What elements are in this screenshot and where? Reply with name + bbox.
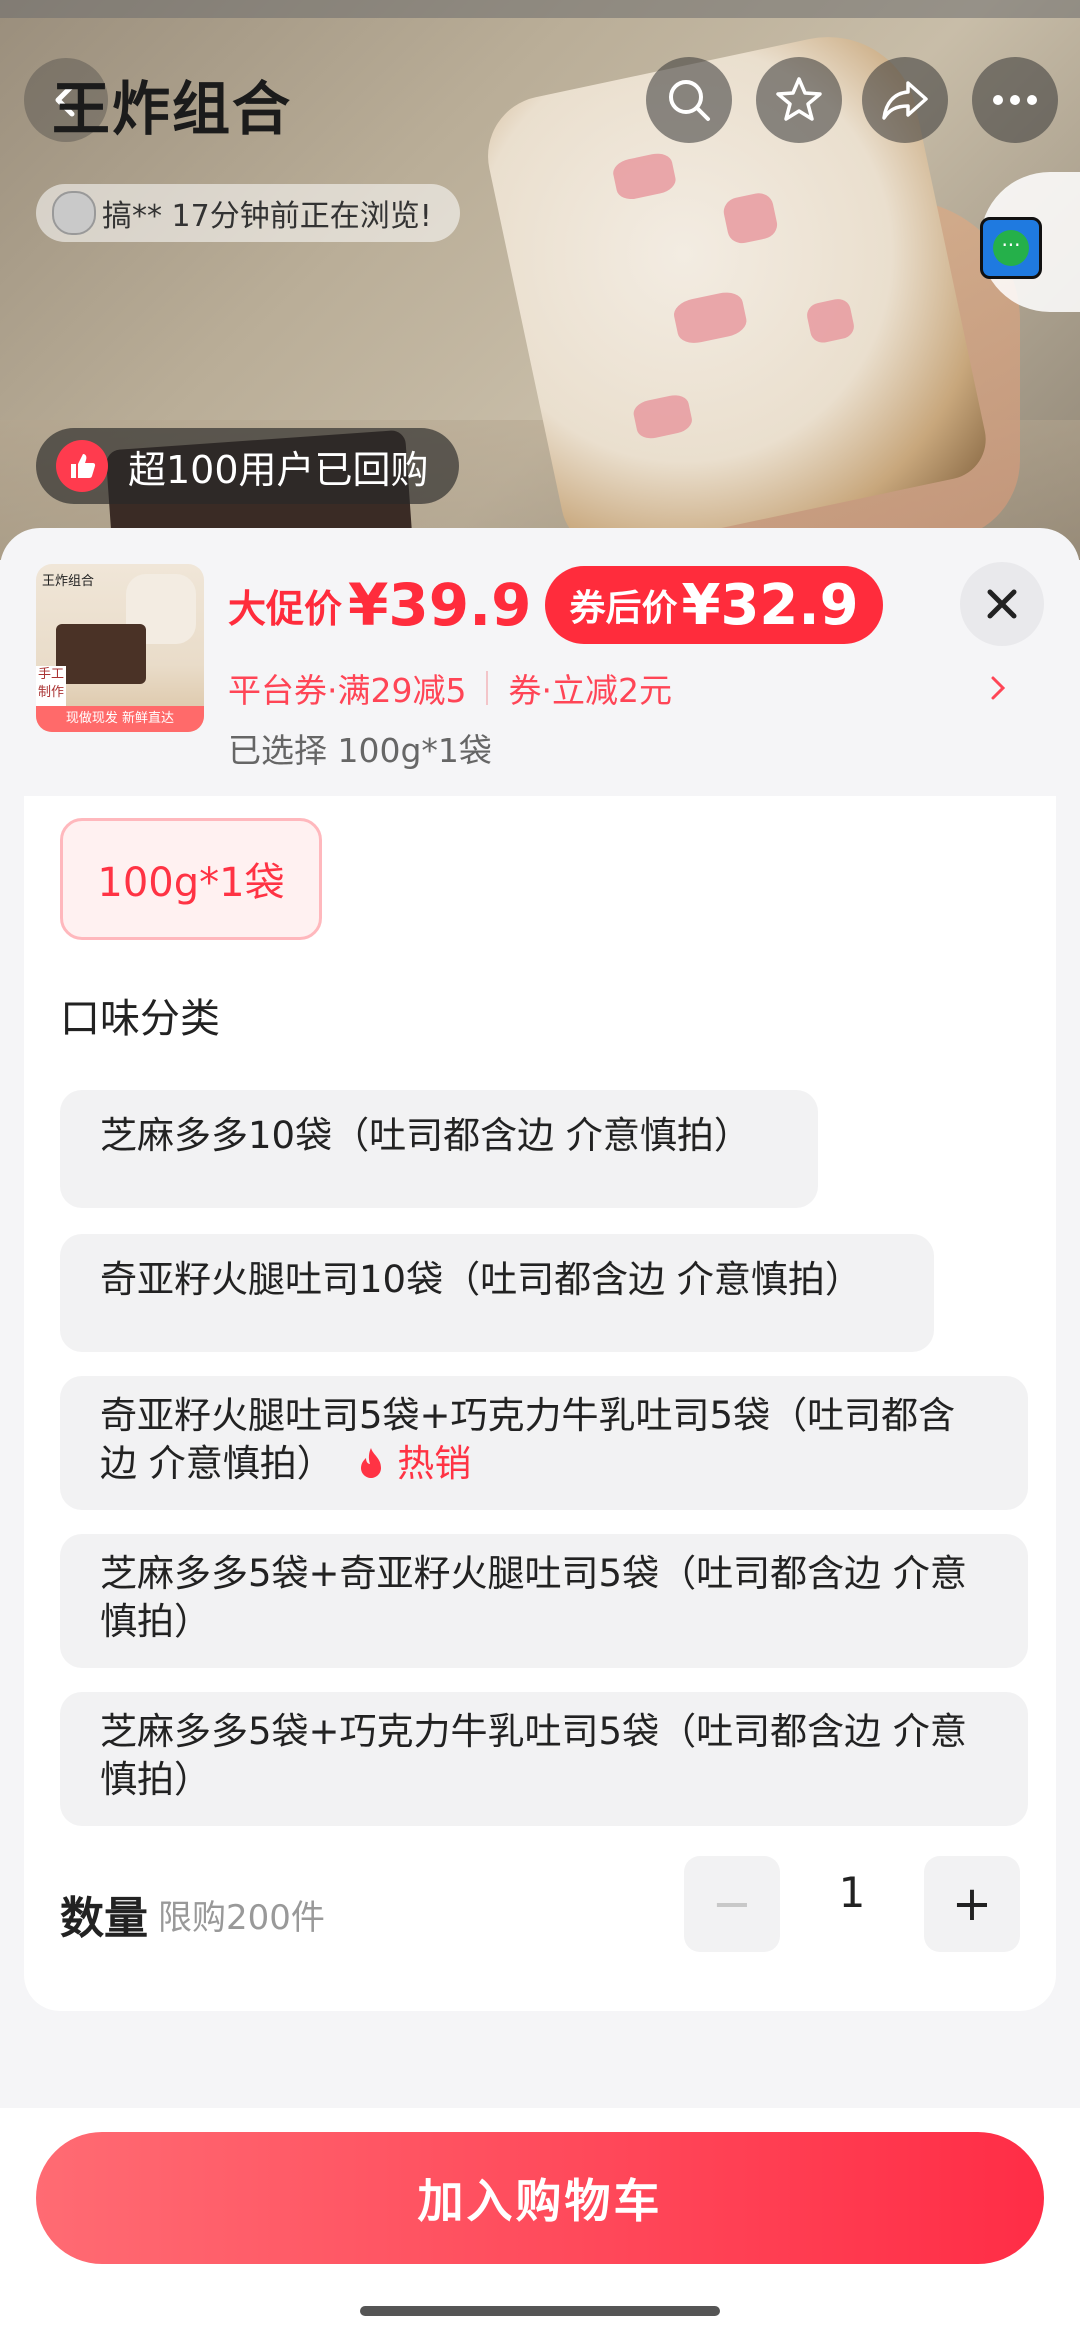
chat-app-icon: ··· <box>980 217 1042 279</box>
flame-icon <box>360 1448 381 1478</box>
promo-price-label: 大促价 <box>228 586 343 631</box>
flavor-option-1[interactable]: 芝麻多多10袋（吐司都含边 介意慎拍） <box>60 1090 818 1208</box>
repurchase-badge: 超100用户已回购 <box>36 428 459 504</box>
star-icon <box>776 77 822 121</box>
viewer-text: 搞** 17分钟前正在浏览! <box>102 199 432 234</box>
promo-price: ¥39.9 <box>348 571 532 639</box>
chevron-right-icon <box>991 676 1006 700</box>
selected-spec-summary: 已选择 100g*1袋 <box>228 731 492 770</box>
flavor-option-4[interactable]: 芝麻多多5袋+奇亚籽火腿吐司5袋（吐司都含边 介意慎拍） <box>60 1534 1028 1668</box>
quantity-decrease-button[interactable]: − <box>684 1856 780 1952</box>
quantity-value[interactable]: 1 <box>780 1868 924 1917</box>
flavor-option-5[interactable]: 芝麻多多5袋+巧克力牛乳吐司5袋（吐司都含边 介意慎拍） <box>60 1692 1028 1826</box>
flavor-option-2[interactable]: 奇亚籽火腿吐司10袋（吐司都含边 介意慎拍） <box>60 1234 934 1352</box>
close-button[interactable] <box>960 562 1044 646</box>
close-icon <box>987 589 1017 619</box>
quantity-limit: 限购200件 <box>158 1898 325 1938</box>
coupon-price-label: 券后价 <box>569 588 678 629</box>
flavor-option-label: 芝麻多多10袋（吐司都含边 介意慎拍） <box>100 1114 751 1157</box>
favorite-button[interactable] <box>756 57 842 143</box>
viewer-avatar <box>52 191 96 235</box>
share-button[interactable] <box>862 57 948 143</box>
thumbs-up-icon <box>56 440 108 492</box>
search-button[interactable] <box>646 57 732 143</box>
home-indicator[interactable] <box>360 2306 720 2316</box>
flavor-option-3[interactable]: 奇亚籽火腿吐司5袋+巧克力牛乳吐司5袋（吐司都含边 介意慎拍） 热销 <box>60 1376 1028 1510</box>
instant-discount-coupon: 券·立减2元 <box>508 671 672 710</box>
flavor-option-label: 芝麻多多5袋+巧克力牛乳吐司5袋（吐司都含边 介意慎拍） <box>100 1710 967 1801</box>
quantity-increase-button[interactable]: + <box>924 1856 1020 1952</box>
thumbnail-brand: 王炸组合 <box>42 574 95 589</box>
recent-viewer-notice: 搞** 17分钟前正在浏览! <box>36 184 460 242</box>
coupon-info-row[interactable]: 平台券·满29减5 券·立减2元 <box>228 664 1008 712</box>
coupon-divider <box>486 671 489 705</box>
more-button[interactable] <box>972 57 1058 143</box>
status-bar <box>0 0 1080 18</box>
thumbnail-handmade: 手工制作 <box>36 666 66 706</box>
spec-option-selected[interactable]: 100g*1袋 <box>60 818 322 940</box>
flavor-option-label: 芝麻多多5袋+奇亚籽火腿吐司5袋（吐司都含边 介意慎拍） <box>100 1552 967 1643</box>
coupon-price-badge: 券后价 ¥32.9 <box>545 566 883 644</box>
product-thumbnail[interactable]: 王炸组合 手工制作 现做现发 新鲜直达 <box>36 564 204 732</box>
repurchase-text: 超100用户已回购 <box>128 447 429 492</box>
platform-coupon: 平台券·满29减5 <box>228 671 467 710</box>
sku-selector-sheet: 王炸组合 手工制作 现做现发 新鲜直达 大促价 ¥39.9 券后价 ¥32.9 … <box>0 528 1080 2336</box>
price-row: 大促价 ¥39.9 券后价 ¥32.9 <box>228 566 883 644</box>
add-to-cart-button[interactable]: 加入购物车 <box>36 2132 1044 2264</box>
product-hero-image[interactable]: 王炸组合 搞** 17分钟前正在浏览! ··· 超100用户已回购 <box>0 0 1080 560</box>
bottom-action-bar: 加入购物车 <box>0 2108 1080 2336</box>
more-dots-icon <box>993 95 1037 105</box>
coupon-price-value: ¥32.9 <box>681 572 859 638</box>
flavor-section-title: 口味分类 <box>60 996 220 1042</box>
hot-sale-label: 热销 <box>397 1442 472 1485</box>
flavor-option-label: 奇亚籽火腿吐司10袋（吐司都含边 介意慎拍） <box>100 1258 862 1301</box>
hot-sale-tag: 热销 <box>346 1442 472 1485</box>
options-card: 100g*1袋 口味分类 芝麻多多10袋（吐司都含边 介意慎拍） 奇亚籽火腿吐司… <box>24 796 1056 2011</box>
search-icon <box>669 80 710 121</box>
page-title: 王炸组合 <box>52 75 293 143</box>
quantity-label: 数量 <box>60 1893 148 1944</box>
thumbnail-tag: 现做现发 新鲜直达 <box>36 706 204 732</box>
flavor-option-label: 奇亚籽火腿吐司5袋+巧克力牛乳吐司5袋（吐司都含边 介意慎拍） <box>100 1394 956 1485</box>
share-icon <box>882 81 928 120</box>
